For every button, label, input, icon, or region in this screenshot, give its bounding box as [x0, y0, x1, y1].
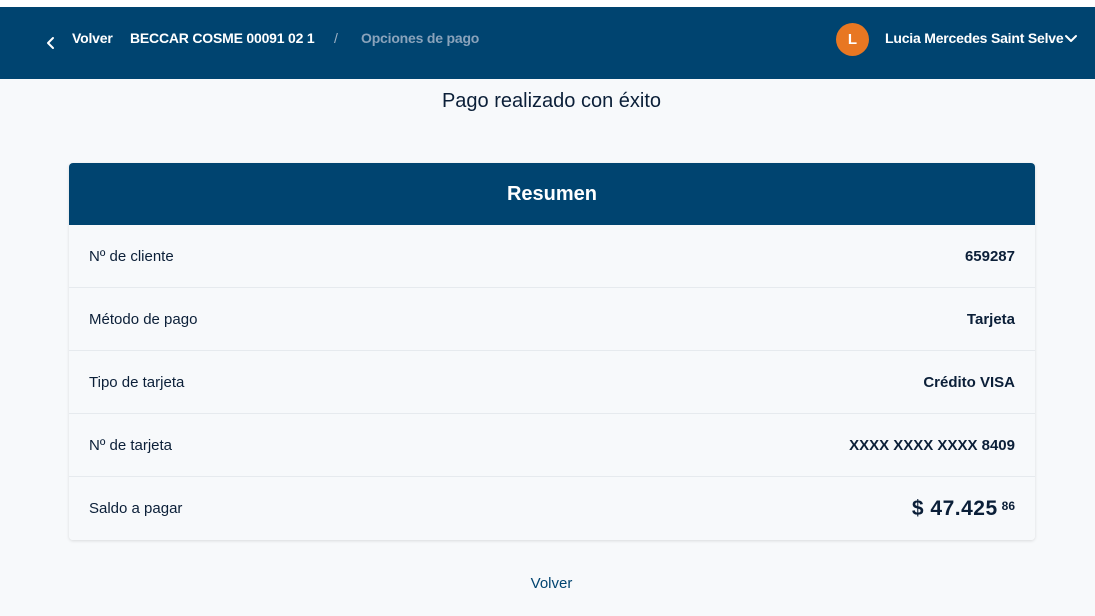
row-label: Método de pago: [89, 310, 198, 328]
row-value: 659287: [964, 247, 1015, 265]
top-navigation-bar: Volver BECCAR COSME 00091 02 1 / Opcione…: [0, 7, 1095, 79]
row-label: Tipo de tarjeta: [89, 373, 185, 391]
summary-row-client-number: Nº de cliente 659287: [69, 225, 1035, 288]
breadcrumb-current-page: Opciones de pago: [361, 30, 480, 46]
summary-row-card-type: Tipo de tarjeta Crédito VISA: [69, 351, 1035, 414]
balance-label: Saldo a pagar: [89, 500, 183, 517]
row-value: Tarjeta: [966, 310, 1015, 328]
top-strip: [0, 0, 1095, 7]
row-value: XXXX XXXX XXXX 8409: [849, 436, 1015, 454]
balance-amount-main: $ 47.425: [911, 496, 998, 520]
page-title: Pago realizado con éxito: [441, 90, 662, 112]
summary-row-payment-method: Método de pago Tarjeta: [69, 288, 1035, 351]
row-label: Nº de cliente: [89, 247, 174, 265]
balance-amount-cents: 86: [1001, 498, 1015, 513]
user-menu-name[interactable]: Lucia Mercedes Saint Selve: [885, 30, 1064, 46]
avatar[interactable]: L: [836, 23, 869, 56]
chevron-down-icon[interactable]: [1064, 34, 1078, 44]
breadcrumb-account[interactable]: BECCAR COSME 00091 02 1: [130, 30, 315, 46]
summary-card-header: Resumen: [69, 163, 1035, 225]
row-label: Nº de tarjeta: [89, 436, 173, 454]
summary-row-balance: Saldo a pagar $ 47.425 86: [69, 477, 1035, 540]
summary-row-card-number: Nº de tarjeta XXXX XXXX XXXX 8409: [69, 414, 1035, 477]
chevron-left-icon[interactable]: [44, 33, 56, 53]
row-value: Crédito VISA: [923, 373, 1015, 391]
summary-title: Resumen: [506, 182, 598, 205]
balance-amount: $ 47.425 86: [912, 497, 1015, 521]
summary-card: Resumen Nº de cliente 659287 Método de p…: [69, 163, 1035, 540]
back-button[interactable]: Volver: [72, 30, 113, 46]
breadcrumb-separator: /: [334, 30, 338, 46]
back-link-button[interactable]: Volver: [0, 575, 1095, 592]
avatar-initial: L: [847, 31, 858, 48]
